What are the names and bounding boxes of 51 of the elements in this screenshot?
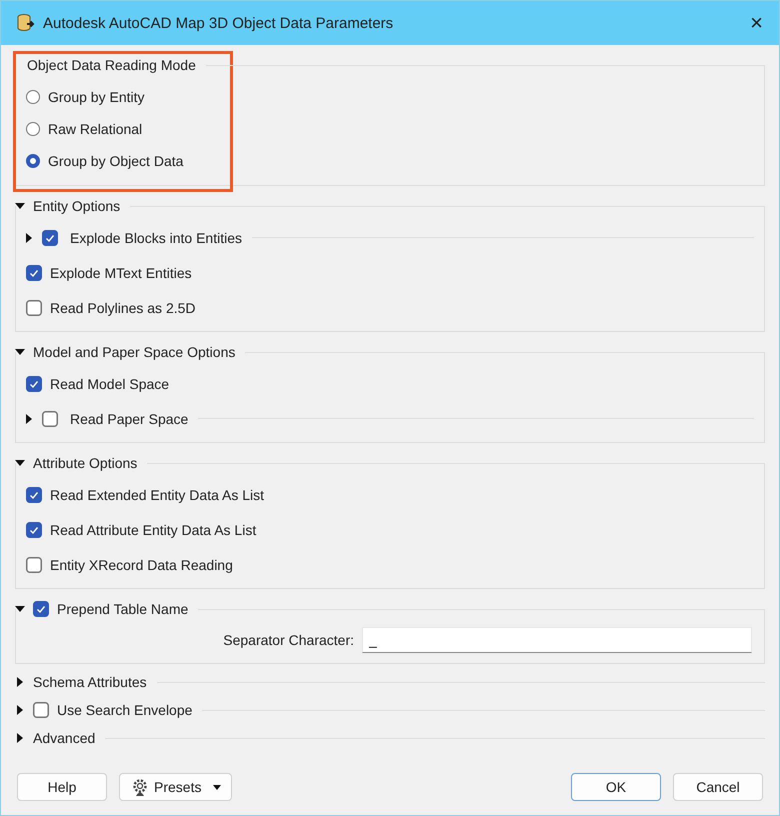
group-title: Object Data Reading Mode [27, 57, 196, 73]
window-title: Autodesk AutoCAD Map 3D Object Data Parameters [43, 14, 394, 32]
expander-icon[interactable] [15, 201, 25, 211]
database-icon [17, 13, 35, 33]
checkbox[interactable] [42, 230, 58, 246]
checkbox[interactable] [33, 601, 49, 617]
option-label: Group by Object Data [48, 153, 184, 169]
checkbox[interactable] [26, 486, 42, 502]
checkbox[interactable] [26, 264, 42, 280]
caret-icon [213, 784, 222, 790]
expander-icon[interactable] [15, 347, 25, 357]
option-label: Read Extended Entity Data As List [50, 486, 264, 502]
expander-icon[interactable] [15, 733, 25, 743]
option-label: Read Polylines as 2.5D [50, 300, 196, 316]
expander-icon[interactable] [15, 705, 25, 715]
field-label: Separator Character: [223, 632, 354, 648]
checkbox[interactable] [26, 376, 42, 392]
dialog-button[interactable]: Help [17, 773, 107, 801]
section-title: Entity Options [33, 198, 120, 214]
input-field[interactable]: _ [362, 627, 752, 653]
radio-button[interactable] [26, 122, 40, 136]
option-label: Explode MText Entities [50, 264, 192, 280]
dialog-button[interactable]: OK [571, 773, 661, 801]
option-label: Read Attribute Entity Data As List [50, 522, 256, 538]
checkbox[interactable] [42, 410, 58, 426]
expander-icon[interactable] [15, 458, 25, 468]
dialog-button[interactable]: Cancel [673, 773, 763, 801]
option-label: Raw Relational [48, 121, 142, 137]
section-title: Use Search Envelope [57, 702, 192, 718]
radio-button[interactable] [26, 154, 40, 168]
expander-icon[interactable] [24, 414, 34, 424]
option-label: Explode Blocks into Entities [70, 230, 242, 246]
close-button[interactable]: × [742, 10, 771, 36]
expander-icon[interactable] [15, 604, 25, 614]
checkbox[interactable] [26, 300, 42, 316]
presets-menu-button[interactable]: Presets [119, 773, 232, 801]
expander-icon[interactable] [15, 677, 25, 687]
section-title: Model and Paper Space Options [33, 344, 236, 360]
option-label: Read Model Space [50, 376, 170, 392]
checkbox[interactable] [26, 556, 42, 572]
checkbox[interactable] [26, 522, 42, 538]
option-label: Read Paper Space [70, 410, 188, 426]
expander-icon[interactable] [24, 232, 34, 242]
section-title: Attribute Options [33, 455, 138, 471]
section-title: Prepend Table Name [57, 601, 188, 617]
checkbox[interactable] [33, 702, 49, 718]
option-label: Entity XRecord Data Reading [50, 556, 233, 572]
section-title: Schema Attributes [33, 674, 147, 690]
section-title: Advanced [33, 730, 96, 746]
radio-button[interactable] [26, 90, 40, 104]
option-label: Group by Entity [48, 89, 144, 105]
